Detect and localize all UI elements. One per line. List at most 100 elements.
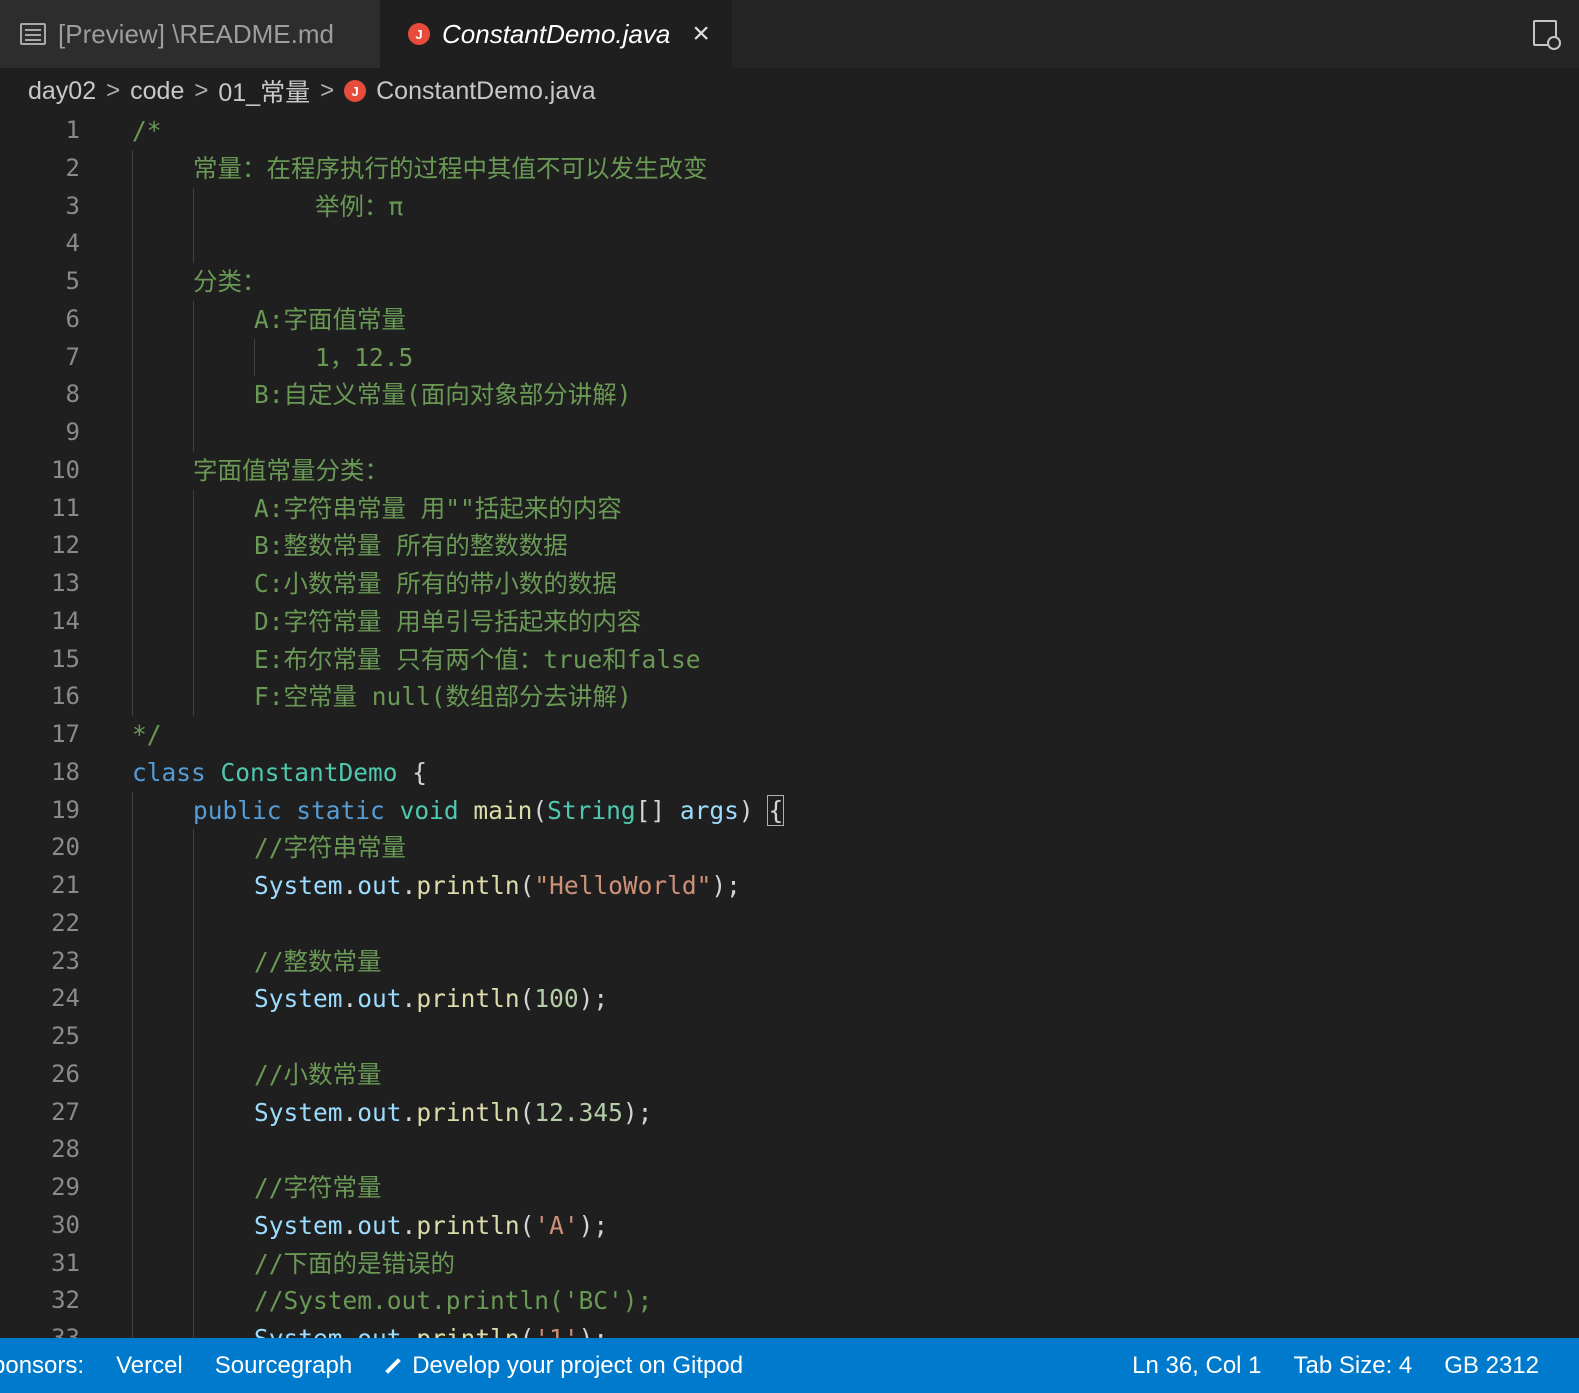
code-line[interactable]: 17 */: [0, 716, 1579, 754]
code-editor[interactable]: 1 /* 2 常量：在程序执行的过程中其值不可以发生改变 3 举例：π 4 5 分类： 6 A:字面…: [0, 112, 1579, 1338]
indent-guide: [132, 904, 133, 943]
code-line[interactable]: 16 F:空常量 null(数组部分去讲解): [0, 678, 1579, 716]
code-token: args: [679, 795, 739, 825]
code-text: A:字面值常量: [254, 301, 406, 339]
line-number: 27: [51, 1097, 80, 1126]
indent-guide: [193, 829, 194, 867]
code-token: .: [402, 1324, 417, 1338]
code-text: F:空常量 null(数组部分去讲解): [254, 678, 632, 716]
code-line[interactable]: 20 //字符串常量: [0, 829, 1579, 867]
line-number: 29: [51, 1173, 80, 1201]
code-line[interactable]: 30 System.out.println('A');: [0, 1206, 1579, 1245]
code-token: out: [357, 1324, 401, 1338]
code-line[interactable]: 25: [0, 1018, 1579, 1056]
code-token: (: [520, 1324, 535, 1338]
code-text: //整数常量: [254, 943, 382, 981]
status-cursor-position[interactable]: Ln 36, Col 1: [1132, 1352, 1261, 1380]
indent-guide: [132, 867, 133, 905]
indent-guide: [132, 1055, 133, 1094]
tab-readme-preview[interactable]: [Preview] \README.md: [0, 0, 380, 68]
breadcrumb: day02 > code > 01_常量 > J ConstantDemo.ja…: [28, 72, 596, 110]
code-line[interactable]: 10 字面值常量分类：: [0, 451, 1579, 490]
indent-guide: [193, 1131, 194, 1169]
line-number: 21: [51, 871, 80, 899]
indent-guide: [132, 1282, 133, 1320]
code-line[interactable]: 8 B:自定义常量(面向对象部分讲解): [0, 376, 1579, 414]
code-line[interactable]: 31 //下面的是错误的: [0, 1244, 1579, 1283]
indent-guide: [132, 187, 133, 226]
code-line[interactable]: 27 System.out.println(12.345);: [0, 1093, 1579, 1132]
line-number: 20: [51, 833, 80, 862]
tab-constantdemo-java[interactable]: J ConstantDemo.java ×: [380, 0, 732, 68]
code-text: */: [132, 716, 162, 754]
line-number: 5: [65, 267, 80, 295]
code-line[interactable]: 33System.out.println('1');: [0, 1320, 1579, 1338]
code-line[interactable]: 22: [0, 904, 1579, 943]
code-token: (: [519, 1097, 535, 1127]
code-line[interactable]: 1 /*: [0, 112, 1579, 150]
code-line[interactable]: 29 //字符常量: [0, 1169, 1579, 1207]
code-token: {: [767, 794, 785, 826]
code-text: C:小数常量 所有的带小数的数据: [254, 565, 617, 603]
code-line[interactable]: 4: [0, 225, 1579, 263]
indent-guide: [193, 527, 194, 565]
code-token: out: [357, 1210, 402, 1240]
code-line[interactable]: 11 A:字符串常量 用""括起来的内容: [0, 489, 1579, 528]
code-line[interactable]: 9: [0, 414, 1579, 452]
code-token: 常量：在程序执行的过程中其值不可以发生改变: [193, 153, 708, 183]
indent-guide: [193, 187, 194, 226]
code-line[interactable]: 14 D:字符常量 用单引号括起来的内容: [0, 602, 1579, 641]
code-token: /*: [132, 116, 162, 145]
code-token: .: [343, 1324, 358, 1338]
breadcrumb-item-folder[interactable]: 01_常量: [218, 73, 310, 109]
code-token: .: [401, 984, 417, 1014]
code-line[interactable]: 21 System.out.println("HelloWorld");: [0, 867, 1579, 905]
code-token: .: [342, 1097, 358, 1127]
status-vercel[interactable]: Vercel: [116, 1352, 183, 1380]
code-line[interactable]: 5 分类：: [0, 263, 1579, 301]
code-line[interactable]: 18 class ConstantDemo {: [0, 754, 1579, 792]
indent-guide: [193, 1282, 194, 1320]
code-line[interactable]: 26 //小数常量: [0, 1055, 1579, 1094]
code-line[interactable]: 28: [0, 1131, 1579, 1169]
close-icon[interactable]: ×: [692, 17, 710, 51]
code-text: System.out.println('A');: [254, 1207, 608, 1245]
breadcrumb-item-day02[interactable]: day02: [28, 77, 96, 106]
code-line[interactable]: 32 //System.out.println('BC');: [0, 1282, 1579, 1320]
code-line[interactable]: 19 public static void main(String[] args)…: [0, 791, 1579, 830]
code-line[interactable]: 24 System.out.println(100);: [0, 980, 1579, 1018]
indent-guide: [193, 338, 194, 377]
code-token: F:空常量 null(数组部分去讲解): [254, 682, 632, 712]
code-line[interactable]: 12 B:整数常量 所有的整数数据: [0, 527, 1579, 565]
indent-guide: [193, 867, 194, 905]
line-number: 3: [65, 191, 80, 220]
code-line[interactable]: 6 A:字面值常量: [0, 300, 1579, 339]
code-line[interactable]: 7 1，12.5: [0, 338, 1579, 377]
status-sourcegraph[interactable]: Sourcegraph: [215, 1352, 352, 1380]
code-text: public static void main(String[] args) {: [193, 792, 785, 830]
code-text: 分类：: [193, 263, 267, 301]
status-encoding[interactable]: GB 2312: [1444, 1352, 1539, 1380]
code-line[interactable]: 13 C:小数常量 所有的带小数的数据: [0, 565, 1579, 603]
status-tab-size[interactable]: Tab Size: 4: [1294, 1352, 1413, 1380]
code-token: {: [397, 757, 428, 787]
chevron-right-icon: >: [106, 77, 121, 104]
indent-guide: [132, 602, 133, 641]
status-gitpod[interactable]: Develop your project on Gitpod: [384, 1352, 743, 1380]
code-text: D:字符常量 用单引号括起来的内容: [254, 603, 641, 641]
code-token: .: [342, 984, 358, 1014]
indent-guide: [193, 640, 194, 679]
open-preview-icon[interactable]: [1533, 20, 1561, 50]
code-line[interactable]: 2 常量：在程序执行的过程中其值不可以发生改变: [0, 149, 1579, 188]
code-line[interactable]: 23 //整数常量: [0, 942, 1579, 981]
breadcrumb-item-code[interactable]: code: [130, 77, 184, 106]
code-line[interactable]: 3 举例：π: [0, 187, 1579, 226]
breadcrumb-item-file[interactable]: ConstantDemo.java: [376, 77, 596, 106]
code-line[interactable]: 15 E:布尔常量 只有两个值：true和false: [0, 640, 1579, 679]
code-text: 1，12.5: [315, 339, 413, 377]
indent-guide: [193, 1244, 194, 1283]
indent-guide: [132, 829, 133, 867]
indent-guide: [193, 489, 194, 528]
code-token: "HelloWorld": [534, 871, 712, 900]
